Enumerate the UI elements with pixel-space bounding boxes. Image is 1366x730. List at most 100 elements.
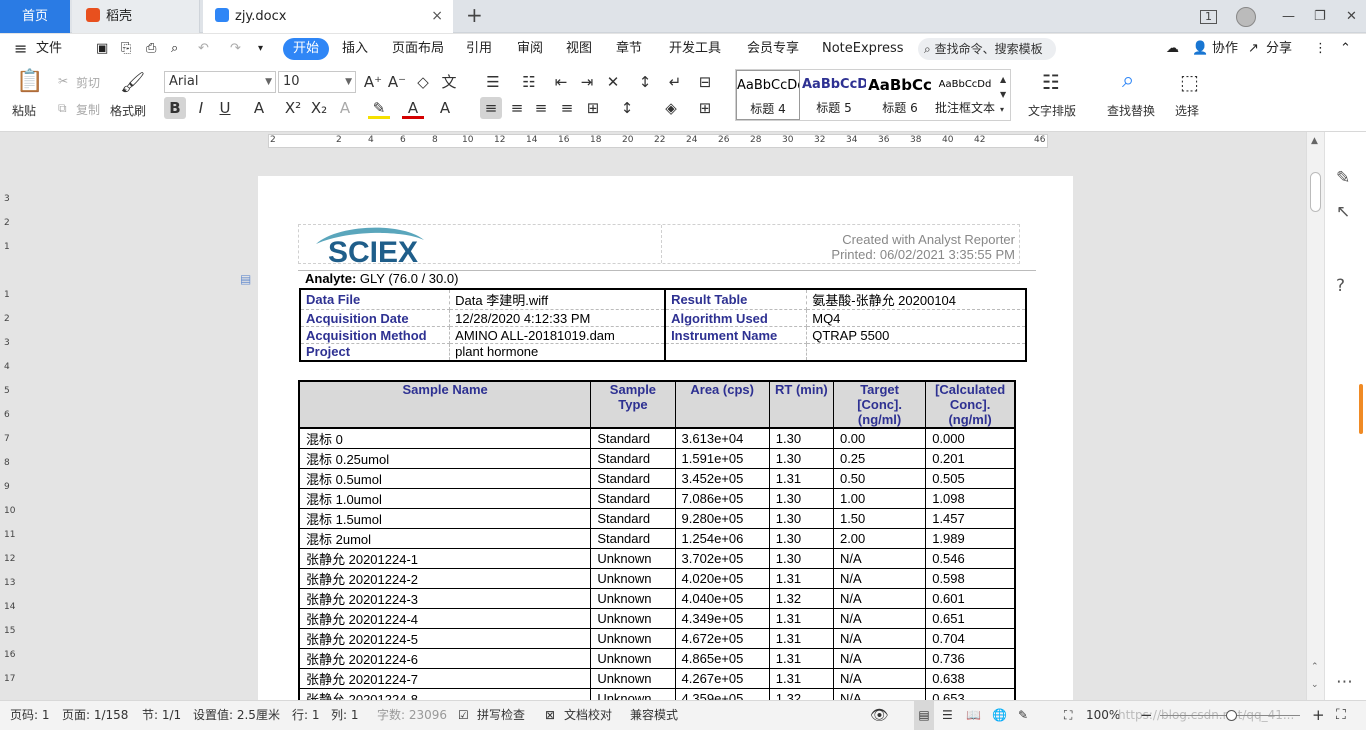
more-icon[interactable]: ⋮ (1314, 34, 1327, 64)
bold-icon[interactable]: B (164, 97, 186, 119)
redo-icon[interactable]: ↷ (230, 34, 241, 64)
page-view-icon[interactable]: ▤ (914, 701, 934, 730)
help-icon[interactable]: ? (1336, 276, 1345, 296)
italic-icon[interactable]: I (190, 97, 212, 119)
style-heading-5[interactable]: AaBbCcD 标题 5 (802, 70, 866, 120)
zoom-in-icon[interactable]: + (1312, 701, 1325, 730)
restore-button[interactable]: ❐ (1314, 0, 1326, 33)
menu-layout[interactable]: 页面布局 (392, 34, 444, 64)
tab-close-icon[interactable]: × (431, 0, 443, 33)
eye-protect-icon[interactable]: 👁 (870, 701, 889, 730)
menu-section[interactable]: 章节 (616, 34, 642, 64)
writing-mode-icon[interactable]: ✎ (1018, 701, 1028, 730)
menu-home[interactable]: 开始 (283, 38, 330, 60)
collab-button[interactable]: 协作 (1212, 34, 1238, 64)
new-tab-button[interactable]: + (466, 0, 483, 33)
text-layout-button[interactable]: 文字排版 (1028, 102, 1076, 119)
save-icon[interactable]: ▣ (96, 34, 108, 64)
menu-developer[interactable]: 开发工具 (669, 34, 721, 64)
tab-document[interactable]: zjy.docx × (203, 0, 453, 33)
char-border-icon[interactable]: A (434, 97, 456, 119)
paste-icon[interactable]: 📋 (16, 69, 43, 94)
grow-font-icon[interactable]: A⁺ (362, 71, 384, 93)
chinese-layout-icon[interactable]: ✕ (602, 71, 624, 93)
find-replace-button[interactable]: 查找替换 (1107, 102, 1155, 119)
shrink-font-icon[interactable]: A⁻ (386, 71, 408, 93)
proofread-button[interactable]: 文档校对 (564, 701, 612, 730)
hamburger-icon[interactable]: ≡ (14, 34, 27, 64)
edit-icon[interactable]: ✎ (1336, 168, 1350, 188)
status-section[interactable]: 节: 1/1 (142, 701, 181, 730)
vertical-ruler[interactable]: 3 2 1 1 2 3 4 5 6 7 8 9 10 11 12 13 14 1… (0, 150, 16, 700)
web-view-icon[interactable]: 🌐 (992, 701, 1007, 730)
menu-member[interactable]: 会员专享 (747, 34, 799, 64)
command-search[interactable]: ⌕ 查找命令、搜索模板 (918, 38, 1056, 60)
reading-view-icon[interactable]: 📖 (966, 701, 981, 730)
cut-button[interactable]: 剪切 (76, 74, 100, 91)
subscript-icon[interactable]: X₂ (308, 97, 330, 119)
format-painter-button[interactable]: 格式刷 (110, 102, 146, 119)
scrollbar-thumb[interactable] (1310, 172, 1321, 212)
align-right-icon[interactable]: ≡ (530, 97, 552, 119)
status-setting[interactable]: 设置值: 2.5厘米 (193, 701, 280, 730)
spell-check-button[interactable]: 拼写检查 (477, 701, 525, 730)
style-heading-4[interactable]: AaBbCcDd 标题 4 (736, 70, 800, 120)
numbering-icon[interactable]: ☷ (518, 71, 540, 93)
outline-view-icon[interactable]: ☰ (942, 701, 953, 730)
cloud-sync-icon[interactable]: ☁ (1166, 34, 1179, 64)
tab-docer[interactable]: 稻壳 (72, 0, 200, 33)
superscript-icon[interactable]: X² (282, 97, 304, 119)
text-effect-icon[interactable]: A (334, 97, 356, 119)
avatar[interactable] (1236, 7, 1256, 27)
justify-icon[interactable]: ≡ (556, 97, 578, 119)
print-icon[interactable]: ⎙ (146, 34, 156, 64)
sort-icon[interactable]: ↕ (634, 71, 656, 93)
page-count-icon[interactable]: 1 (1200, 10, 1217, 24)
more-icon[interactable]: ⋯ (1336, 672, 1353, 692)
distribute-icon[interactable]: ⊞ (582, 97, 604, 119)
borders-icon[interactable]: ⊞ (694, 97, 716, 119)
zoom-slider-handle[interactable] (1226, 710, 1237, 721)
share-button[interactable]: 分享 (1266, 34, 1292, 64)
phonetic-icon[interactable]: 文 (438, 71, 460, 93)
fit-width-icon[interactable]: ⛶ (1064, 701, 1072, 730)
status-pages[interactable]: 页面: 1/158 (62, 701, 128, 730)
undo-icon[interactable]: ↶ (198, 34, 209, 64)
status-line[interactable]: 行: 1 (292, 701, 320, 730)
paste-button[interactable]: 粘贴 (12, 102, 36, 119)
decrease-indent-icon[interactable]: ⇤ (550, 71, 572, 93)
line-spacing-icon[interactable]: ↕ (616, 97, 638, 119)
bullets-icon[interactable]: ☰ (482, 71, 504, 93)
menu-review[interactable]: 审阅 (517, 34, 543, 64)
paragraph-layout-icon[interactable]: ▤ (240, 272, 251, 286)
style-balloon-text[interactable]: AaBbCcDd 批注框文本 (932, 70, 998, 120)
menu-noteexpress[interactable]: NoteExpress (822, 34, 904, 64)
paragraph-mark-icon[interactable]: ↵ (664, 71, 686, 93)
select-button[interactable]: 选择 (1175, 102, 1199, 119)
fullscreen-icon[interactable]: ⛶ (1336, 701, 1346, 730)
minimize-button[interactable]: — (1282, 0, 1295, 33)
gallery-scroll-icon[interactable]: ▲ ▼ ▾ (1000, 72, 1006, 117)
export-icon[interactable]: ⎘ (121, 34, 131, 64)
preview-icon[interactable]: ⌕ (171, 34, 178, 64)
align-center-icon[interactable]: ≡ (506, 97, 528, 119)
font-size-select[interactable]: 10 ▼ (278, 71, 356, 93)
cursor-icon[interactable]: ↖ (1336, 202, 1350, 222)
copy-button[interactable]: 复制 (76, 101, 100, 118)
status-page[interactable]: 页码: 1 (10, 701, 50, 730)
zoom-out-icon[interactable]: − (1140, 701, 1153, 730)
page-prev-icon[interactable]: ⌃ (1311, 662, 1319, 672)
underline-icon[interactable]: U (214, 97, 236, 119)
menu-file[interactable]: 文件 (36, 34, 62, 64)
shading-icon[interactable]: ◈ (660, 97, 682, 119)
style-heading-6[interactable]: AaBbCc 标题 6 (868, 70, 932, 120)
table-grid-icon[interactable]: ⊟ (694, 71, 716, 93)
document-page[interactable]: SCIEX Created with Analyst Reporter Prin… (258, 176, 1073, 700)
strikethrough-icon[interactable]: A (248, 97, 270, 119)
page-next-icon[interactable]: ⌄ (1311, 680, 1319, 690)
collapse-ribbon-icon[interactable]: ⌃ (1340, 34, 1351, 64)
status-col[interactable]: 列: 1 (331, 701, 359, 730)
align-left-icon[interactable]: ≡ (480, 97, 502, 119)
menu-insert[interactable]: 插入 (342, 34, 368, 64)
clear-format-icon[interactable]: ◇ (412, 71, 434, 93)
